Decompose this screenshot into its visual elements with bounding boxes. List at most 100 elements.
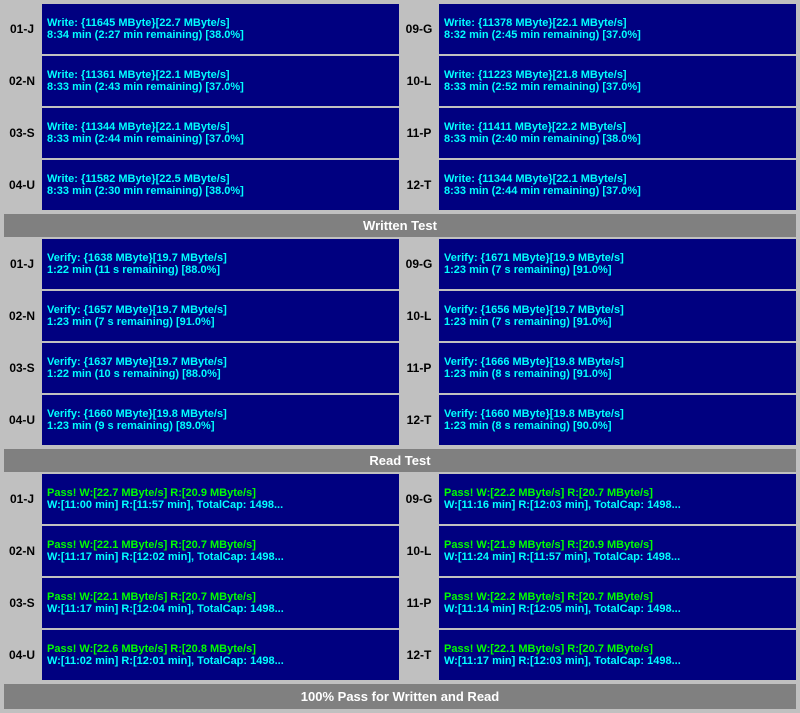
line2: W:[11:02 min] R:[12:01 min], TotalCap: 1… (47, 655, 394, 667)
line1: Write: {11582 MByte}[22.5 MByte/s] (47, 173, 394, 185)
device-row-2-left: 03-SWrite: {11344 MByte}[22.1 MByte/s]8:… (4, 108, 399, 158)
line2: 1:22 min (11 s remaining) [88.0%] (47, 264, 394, 276)
line2: 8:33 min (2:44 min remaining) [37.0%] (47, 133, 394, 145)
device-row-3-right: 12-TWrite: {11344 MByte}[22.1 MByte/s]8:… (401, 160, 796, 210)
device-cell-right-0: Write: {11378 MByte}[22.1 MByte/s]8:32 m… (439, 4, 796, 54)
line1: Pass! W:[21.9 MByte/s] R:[20.9 MByte/s] (444, 539, 791, 551)
device-cell-right-1: Pass! W:[21.9 MByte/s] R:[20.9 MByte/s]W… (439, 526, 796, 576)
device-row-0-right: 09-G Verify: {1671 MByte}[19.9 MByte/s]1:… (401, 239, 796, 289)
device-row-2-left: 03-SPass! W:[22.1 MByte/s] R:[20.7 MByte… (4, 578, 399, 628)
device-cell-left-0: Verify: {1638 MByte}[19.7 MByte/s]1:22 m… (42, 239, 399, 289)
read-section: 01-JPass! W:[22.7 MByte/s] R:[20.9 MByte… (4, 474, 796, 680)
line2: 1:23 min (7 s remaining) [91.0%] (444, 264, 791, 276)
write-grid: 01-JWrite: {11645 MByte}[22.7 MByte/s]8:… (4, 4, 796, 210)
device-id-right-3: 12-T (401, 395, 437, 445)
device-row-2-right: 11-PPass! W:[22.2 MByte/s] R:[20.7 MByte… (401, 578, 796, 628)
line2: 8:32 min (2:45 min remaining) [37.0%] (444, 29, 791, 41)
device-row-1-left: 02-NVerify: {1657 MByte}[19.7 MByte/s]1:… (4, 291, 399, 341)
line2: W:[11:16 min] R:[12:03 min], TotalCap: 1… (444, 499, 791, 511)
device-id-right-2: 11-P (401, 343, 437, 393)
device-row-0-left: 01-JPass! W:[22.7 MByte/s] R:[20.9 MByte… (4, 474, 399, 524)
device-id-left-3: 04-U (4, 160, 40, 210)
device-cell-left-1: Verify: {1657 MByte}[19.7 MByte/s]1:23 m… (42, 291, 399, 341)
device-cell-left-0: Write: {11645 MByte}[22.7 MByte/s]8:34 m… (42, 4, 399, 54)
main-container: 01-JWrite: {11645 MByte}[22.7 MByte/s]8:… (0, 0, 800, 713)
device-row-3-right: 12-TPass! W:[22.1 MByte/s] R:[20.7 MByte… (401, 630, 796, 680)
line1: Pass! W:[22.2 MByte/s] R:[20.7 MByte/s] (444, 591, 791, 603)
device-cell-left-0: Pass! W:[22.7 MByte/s] R:[20.9 MByte/s]W… (42, 474, 399, 524)
device-cell-left-3: Pass! W:[22.6 MByte/s] R:[20.8 MByte/s]W… (42, 630, 399, 680)
device-row-0-right: 09-GWrite: {11378 MByte}[22.1 MByte/s]8:… (401, 4, 796, 54)
line2: W:[11:17 min] R:[12:03 min], TotalCap: 1… (444, 655, 791, 667)
write-section: 01-JWrite: {11645 MByte}[22.7 MByte/s]8:… (4, 4, 796, 210)
device-cell-right-2: Write: {11411 MByte}[22.2 MByte/s]8:33 m… (439, 108, 796, 158)
device-row-0-left: 01-JWrite: {11645 MByte}[22.7 MByte/s]8:… (4, 4, 399, 54)
device-row-3-right: 12-TVerify: {1660 MByte}[19.8 MByte/s]1:… (401, 395, 796, 445)
device-cell-right-3: Verify: {1660 MByte}[19.8 MByte/s]1:23 m… (439, 395, 796, 445)
device-cell-right-1: Write: {11223 MByte}[21.8 MByte/s]8:33 m… (439, 56, 796, 106)
device-id-left-1: 02-N (4, 291, 40, 341)
device-cell-right-2: Verify: {1666 MByte}[19.8 MByte/s]1:23 m… (439, 343, 796, 393)
device-cell-left-2: Verify: {1637 MByte}[19.7 MByte/s]1:22 m… (42, 343, 399, 393)
line1: Write: {11645 MByte}[22.7 MByte/s] (47, 17, 394, 29)
device-id-right-1: 10-L (401, 56, 437, 106)
device-cell-left-2: Pass! W:[22.1 MByte/s] R:[20.7 MByte/s]W… (42, 578, 399, 628)
device-row-2-right: 11-PVerify: {1666 MByte}[19.8 MByte/s]1:… (401, 343, 796, 393)
device-row-0-left: 01-JVerify: {1638 MByte}[19.7 MByte/s]1:… (4, 239, 399, 289)
device-row-3-left: 04-UWrite: {11582 MByte}[22.5 MByte/s]8:… (4, 160, 399, 210)
device-id-left-2: 03-S (4, 108, 40, 158)
verify-section: 01-JVerify: {1638 MByte}[19.7 MByte/s]1:… (4, 239, 796, 445)
line2: 8:33 min (2:43 min remaining) [37.0%] (47, 81, 394, 93)
device-row-1-left: 02-NPass! W:[22.1 MByte/s] R:[20.7 MByte… (4, 526, 399, 576)
device-row-0-right: 09-GPass! W:[22.2 MByte/s] R:[20.7 MByte… (401, 474, 796, 524)
device-id-right-0: 09-G (401, 239, 437, 289)
line1: Verify: {1666 MByte}[19.8 MByte/s] (444, 356, 791, 368)
line2: 8:33 min (2:44 min remaining) [37.0%] (444, 185, 791, 197)
footer: 100% Pass for Written and Read (4, 684, 796, 709)
line2: 8:33 min (2:52 min remaining) [37.0%] (444, 81, 791, 93)
device-cell-right-3: Write: {11344 MByte}[22.1 MByte/s]8:33 m… (439, 160, 796, 210)
device-row-1-right: 10-LWrite: {11223 MByte}[21.8 MByte/s]8:… (401, 56, 796, 106)
device-row-1-right: 10-LVerify: {1656 MByte}[19.7 MByte/s]1:… (401, 291, 796, 341)
device-id-left-3: 04-U (4, 395, 40, 445)
line2: 8:33 min (2:30 min remaining) [38.0%] (47, 185, 394, 197)
line2: 1:23 min (7 s remaining) [91.0%] (47, 316, 394, 328)
device-cell-right-0: Pass! W:[22.2 MByte/s] R:[20.7 MByte/s]W… (439, 474, 796, 524)
device-cell-right-1: Verify: {1656 MByte}[19.7 MByte/s]1:23 m… (439, 291, 796, 341)
device-row-2-left: 03-SVerify: {1637 MByte}[19.7 MByte/s]1:… (4, 343, 399, 393)
device-id-right-3: 12-T (401, 630, 437, 680)
device-id-left-0: 01-J (4, 4, 40, 54)
device-cell-left-1: Pass! W:[22.1 MByte/s] R:[20.7 MByte/s]W… (42, 526, 399, 576)
line1: Write: {11361 MByte}[22.1 MByte/s] (47, 69, 394, 81)
device-id-right-0: 09-G (401, 474, 437, 524)
device-row-1-right: 10-LPass! W:[21.9 MByte/s] R:[20.9 MByte… (401, 526, 796, 576)
line2: 8:34 min (2:27 min remaining) [38.0%] (47, 29, 394, 41)
line1: Verify: {1671 MByte}[19.9 MByte/s] (444, 252, 791, 264)
line2: W:[11:00 min] R:[11:57 min], TotalCap: 1… (47, 499, 394, 511)
line1: Pass! W:[22.1 MByte/s] R:[20.7 MByte/s] (47, 591, 394, 603)
device-id-left-1: 02-N (4, 56, 40, 106)
device-id-right-0: 09-G (401, 4, 437, 54)
device-cell-left-3: Write: {11582 MByte}[22.5 MByte/s]8:33 m… (42, 160, 399, 210)
device-row-3-left: 04-UPass! W:[22.6 MByte/s] R:[20.8 MByte… (4, 630, 399, 680)
line2: W:[11:17 min] R:[12:02 min], TotalCap: 1… (47, 551, 394, 563)
line1: Verify: {1657 MByte}[19.7 MByte/s] (47, 304, 394, 316)
device-cell-left-3: Verify: {1660 MByte}[19.8 MByte/s]1:23 m… (42, 395, 399, 445)
line1: Verify: {1638 MByte}[19.7 MByte/s] (47, 252, 394, 264)
device-id-left-1: 02-N (4, 526, 40, 576)
device-id-left-2: 03-S (4, 343, 40, 393)
line1: Write: {11344 MByte}[22.1 MByte/s] (47, 121, 394, 133)
line1: Verify: {1660 MByte}[19.8 MByte/s] (47, 408, 394, 420)
device-id-left-2: 03-S (4, 578, 40, 628)
device-cell-left-2: Write: {11344 MByte}[22.1 MByte/s]8:33 m… (42, 108, 399, 158)
device-id-left-0: 01-J (4, 239, 40, 289)
device-id-right-2: 11-P (401, 108, 437, 158)
written-test-header: Written Test (4, 214, 796, 237)
line2: 1:23 min (7 s remaining) [91.0%] (444, 316, 791, 328)
line2: 1:22 min (10 s remaining) [88.0%] (47, 368, 394, 380)
line1: Pass! W:[22.1 MByte/s] R:[20.7 MByte/s] (47, 539, 394, 551)
line2: 1:23 min (9 s remaining) [89.0%] (47, 420, 394, 432)
line2: 1:23 min (8 s remaining) [91.0%] (444, 368, 791, 380)
line1: Verify: {1660 MByte}[19.8 MByte/s] (444, 408, 791, 420)
device-row-2-right: 11-PWrite: {11411 MByte}[22.2 MByte/s]8:… (401, 108, 796, 158)
